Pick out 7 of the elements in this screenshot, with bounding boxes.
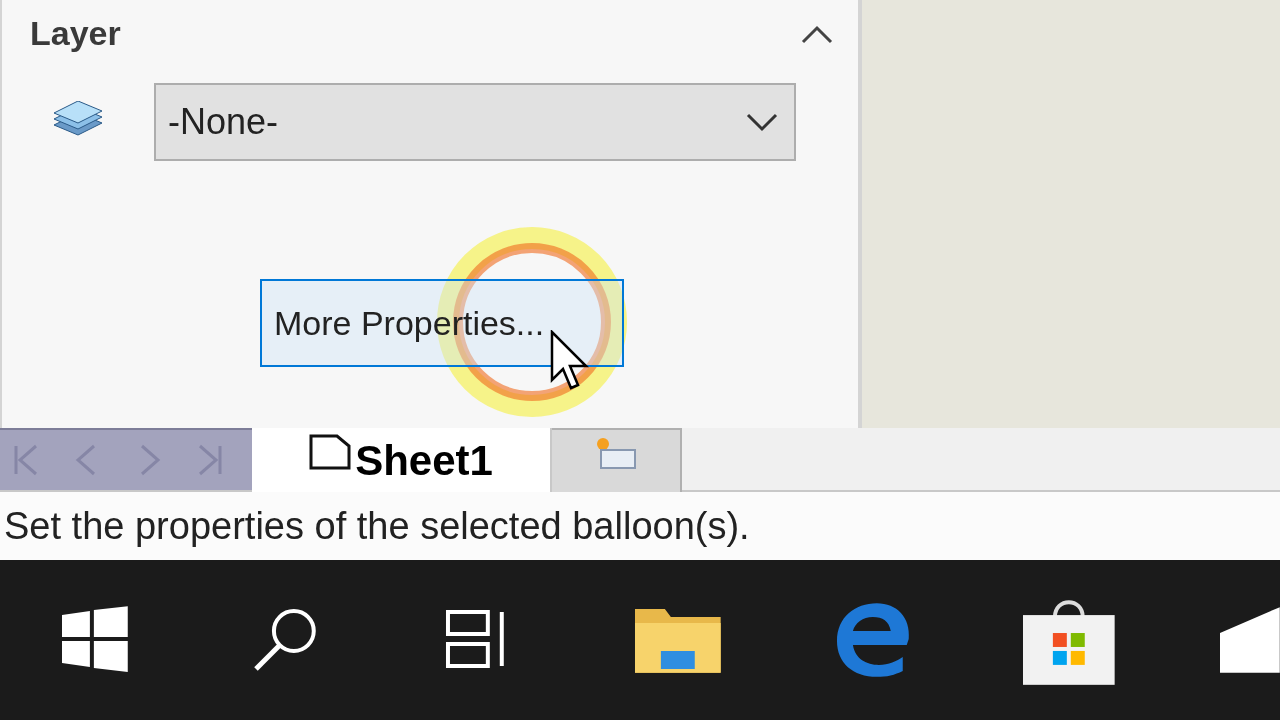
layer-dropdown[interactable]: -None- [154, 83, 796, 161]
windows-start-icon[interactable] [62, 606, 128, 672]
sheet-tab[interactable]: Sheet1 [252, 428, 552, 492]
more-properties-button[interactable]: More Properties... [260, 279, 624, 367]
status-bar-text: Set the properties of the selected balloon(s). [4, 503, 750, 549]
mouse-cursor-icon [550, 330, 590, 392]
section-title: Layer [30, 13, 121, 54]
